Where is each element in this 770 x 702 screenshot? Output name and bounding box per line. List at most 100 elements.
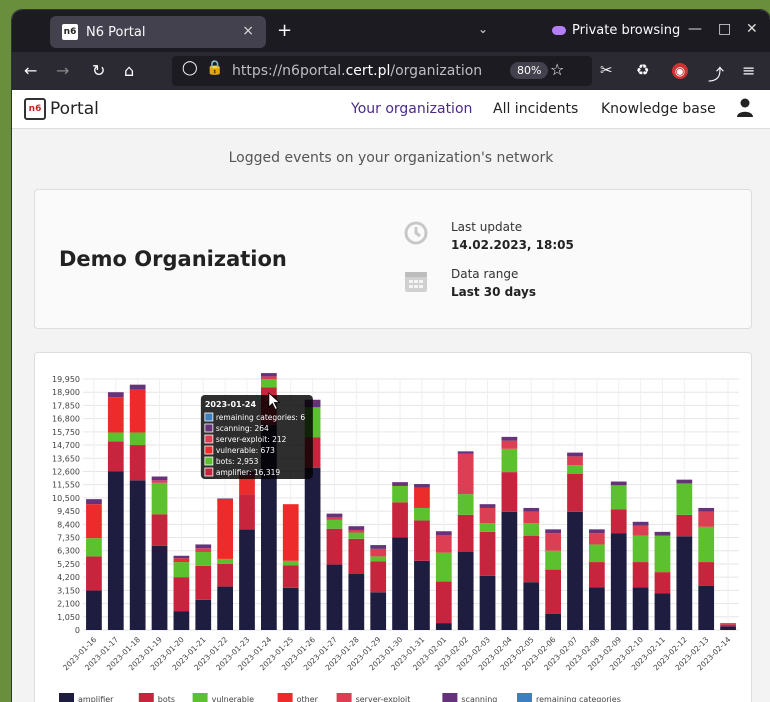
bar-segment-vulnerable bbox=[698, 526, 715, 563]
bar-segment-scanning bbox=[676, 479, 693, 484]
share-icon[interactable]: ⤴ bbox=[708, 61, 724, 85]
bar-segment-vulnerable bbox=[567, 465, 583, 474]
bar-segment-bots bbox=[523, 535, 540, 583]
bar-segment-amplifier bbox=[610, 533, 627, 630]
bar-segment-scanning bbox=[654, 531, 671, 536]
forward-arrow-icon[interactable]: → bbox=[56, 61, 69, 80]
bar-segment-server-exploit bbox=[567, 456, 583, 466]
organization-name: Demo Organization bbox=[59, 247, 287, 271]
shield-icon[interactable]: ◯ bbox=[182, 60, 198, 76]
calendar-icon bbox=[405, 272, 427, 292]
bar-segment-bots bbox=[326, 528, 343, 565]
bar-segment-scanning bbox=[414, 484, 430, 488]
close-window-icon[interactable]: ✕ bbox=[746, 21, 758, 37]
y-tick-label: 17,850 bbox=[52, 401, 80, 410]
bar-segment-amplifier bbox=[348, 574, 365, 630]
tooltip-line: bots: 2,953 bbox=[216, 457, 259, 466]
bar-segment-bots bbox=[348, 538, 365, 575]
bar-segment-vulnerable bbox=[348, 532, 365, 539]
menu-icon[interactable]: ≡ bbox=[742, 61, 755, 80]
bar-segment-scanning bbox=[151, 476, 168, 481]
bookmark-star-icon[interactable]: ☆ bbox=[550, 60, 564, 79]
bar-segment-vulnerable bbox=[260, 379, 277, 388]
bar-segment-scanning bbox=[698, 507, 715, 512]
y-tick-label: 8,400 bbox=[57, 520, 80, 529]
bar-segment-bots bbox=[720, 624, 736, 627]
navigation-toolbar: ← → ↻ ⌂ ◯ 🔒 https://n6portal.cert.pl/org… bbox=[12, 52, 770, 90]
page-subtitle: Logged events on your organization's net… bbox=[228, 150, 554, 166]
portal-header: n6 Portal Your organization All incident… bbox=[12, 90, 770, 129]
url-text[interactable]: https://n6portal.cert.pl/organization bbox=[232, 63, 482, 79]
legend-label: remaining categories bbox=[536, 695, 621, 702]
ublock-icon[interactable]: ◉ bbox=[672, 63, 688, 79]
y-tick-label: 9,450 bbox=[57, 507, 80, 516]
extensions-icon[interactable]: ♻ bbox=[636, 61, 649, 79]
bar-segment-amplifier bbox=[304, 467, 321, 630]
bar-segment-scanning bbox=[107, 392, 124, 398]
bar-segment-amplifier bbox=[457, 551, 474, 630]
address-bar[interactable]: ◯ 🔒 https://n6portal.cert.pl/organizatio… bbox=[172, 56, 592, 86]
legend-label: bots bbox=[158, 695, 175, 702]
nav-your-organization[interactable]: Your organization bbox=[351, 101, 472, 117]
tooltip-line: vulnerable: 673 bbox=[216, 446, 275, 455]
bar-segment-amplifier bbox=[129, 480, 146, 630]
bar-segment-vulnerable bbox=[414, 507, 430, 521]
y-tick-label: 2,100 bbox=[57, 600, 80, 609]
browser-tab[interactable]: n6 N6 Portal × bbox=[50, 16, 266, 48]
events-chart-card: 19,950 18,900 17,850 16,800 15,750 14,700 13,6… bbox=[34, 352, 752, 702]
bar-segment-server-exploit bbox=[195, 548, 212, 552]
bar-segment-vulnerable bbox=[217, 558, 234, 564]
nav-knowledge-base[interactable]: Knowledge base bbox=[601, 101, 716, 117]
legend-label: amplifier bbox=[78, 695, 114, 702]
bar-segment-amplifier bbox=[239, 529, 255, 630]
y-tick-label: 15,750 bbox=[52, 428, 80, 437]
y-tick-label: 0 bbox=[75, 626, 80, 635]
bar-segment-amplifier bbox=[479, 575, 496, 630]
legend-swatch bbox=[192, 693, 208, 702]
tooltip-swatch bbox=[204, 445, 214, 455]
events-stacked-bar-chart[interactable]: 19,950 18,900 17,850 16,800 15,750 14,700 13,6… bbox=[35, 353, 751, 702]
bar-segment-vulnerable bbox=[86, 538, 102, 557]
y-tick-label: 14,700 bbox=[52, 441, 80, 450]
bar-segment-scanning bbox=[435, 531, 452, 536]
zoom-level-badge[interactable]: 80% bbox=[510, 62, 549, 79]
bar-segment-bots bbox=[392, 502, 408, 538]
back-arrow-icon[interactable]: ← bbox=[24, 61, 37, 80]
bar-segment-vulnerable bbox=[523, 523, 540, 536]
bar-segment-other bbox=[217, 499, 234, 559]
bar-segment-server-exploit bbox=[151, 480, 168, 483]
bar-segment-bots bbox=[567, 473, 583, 512]
bar-segment-scanning bbox=[173, 555, 190, 559]
bar-segment-amplifier bbox=[567, 511, 583, 630]
nav-all-incidents[interactable]: All incidents bbox=[493, 101, 578, 117]
bar-segment-scanning bbox=[545, 529, 562, 534]
bar-segment-vulnerable bbox=[632, 535, 649, 563]
screenshot-icon[interactable]: ✂ bbox=[600, 61, 613, 79]
bar-segment-vulnerable bbox=[588, 544, 605, 563]
bar-segment-vulnerable bbox=[479, 523, 496, 532]
tab-list-chevron-icon[interactable]: ⌄ bbox=[478, 22, 488, 36]
bar-segment-bots bbox=[457, 514, 474, 552]
user-icon[interactable] bbox=[736, 98, 754, 118]
bar-segment-server-exploit bbox=[523, 511, 540, 524]
close-tab-icon[interactable]: × bbox=[242, 23, 254, 39]
bar-segment-vulnerable bbox=[392, 485, 408, 503]
portal-logo[interactable]: n6 Portal bbox=[24, 98, 99, 120]
bar-segment-vulnerable bbox=[151, 482, 168, 515]
legend-swatch bbox=[336, 693, 352, 702]
reload-icon[interactable]: ↻ bbox=[92, 61, 105, 80]
y-tick-label: 16,800 bbox=[52, 415, 80, 424]
bar-segment-amplifier bbox=[282, 587, 299, 630]
bar-segment-amplifier bbox=[720, 626, 736, 630]
bar-segment-amplifier bbox=[151, 545, 168, 630]
bar-segment-other bbox=[173, 558, 190, 563]
y-tick-label: 3,150 bbox=[57, 586, 80, 595]
home-icon[interactable]: ⌂ bbox=[124, 61, 134, 80]
bar-segment-server-exploit bbox=[545, 533, 562, 551]
lock-icon[interactable]: 🔒 bbox=[206, 60, 223, 76]
maximize-icon[interactable]: □ bbox=[718, 21, 731, 37]
y-tick-label: 11,550 bbox=[52, 481, 80, 490]
clock-history-icon bbox=[404, 221, 428, 245]
minimize-icon[interactable]: — bbox=[688, 21, 702, 37]
new-tab-button[interactable]: + bbox=[277, 20, 292, 41]
